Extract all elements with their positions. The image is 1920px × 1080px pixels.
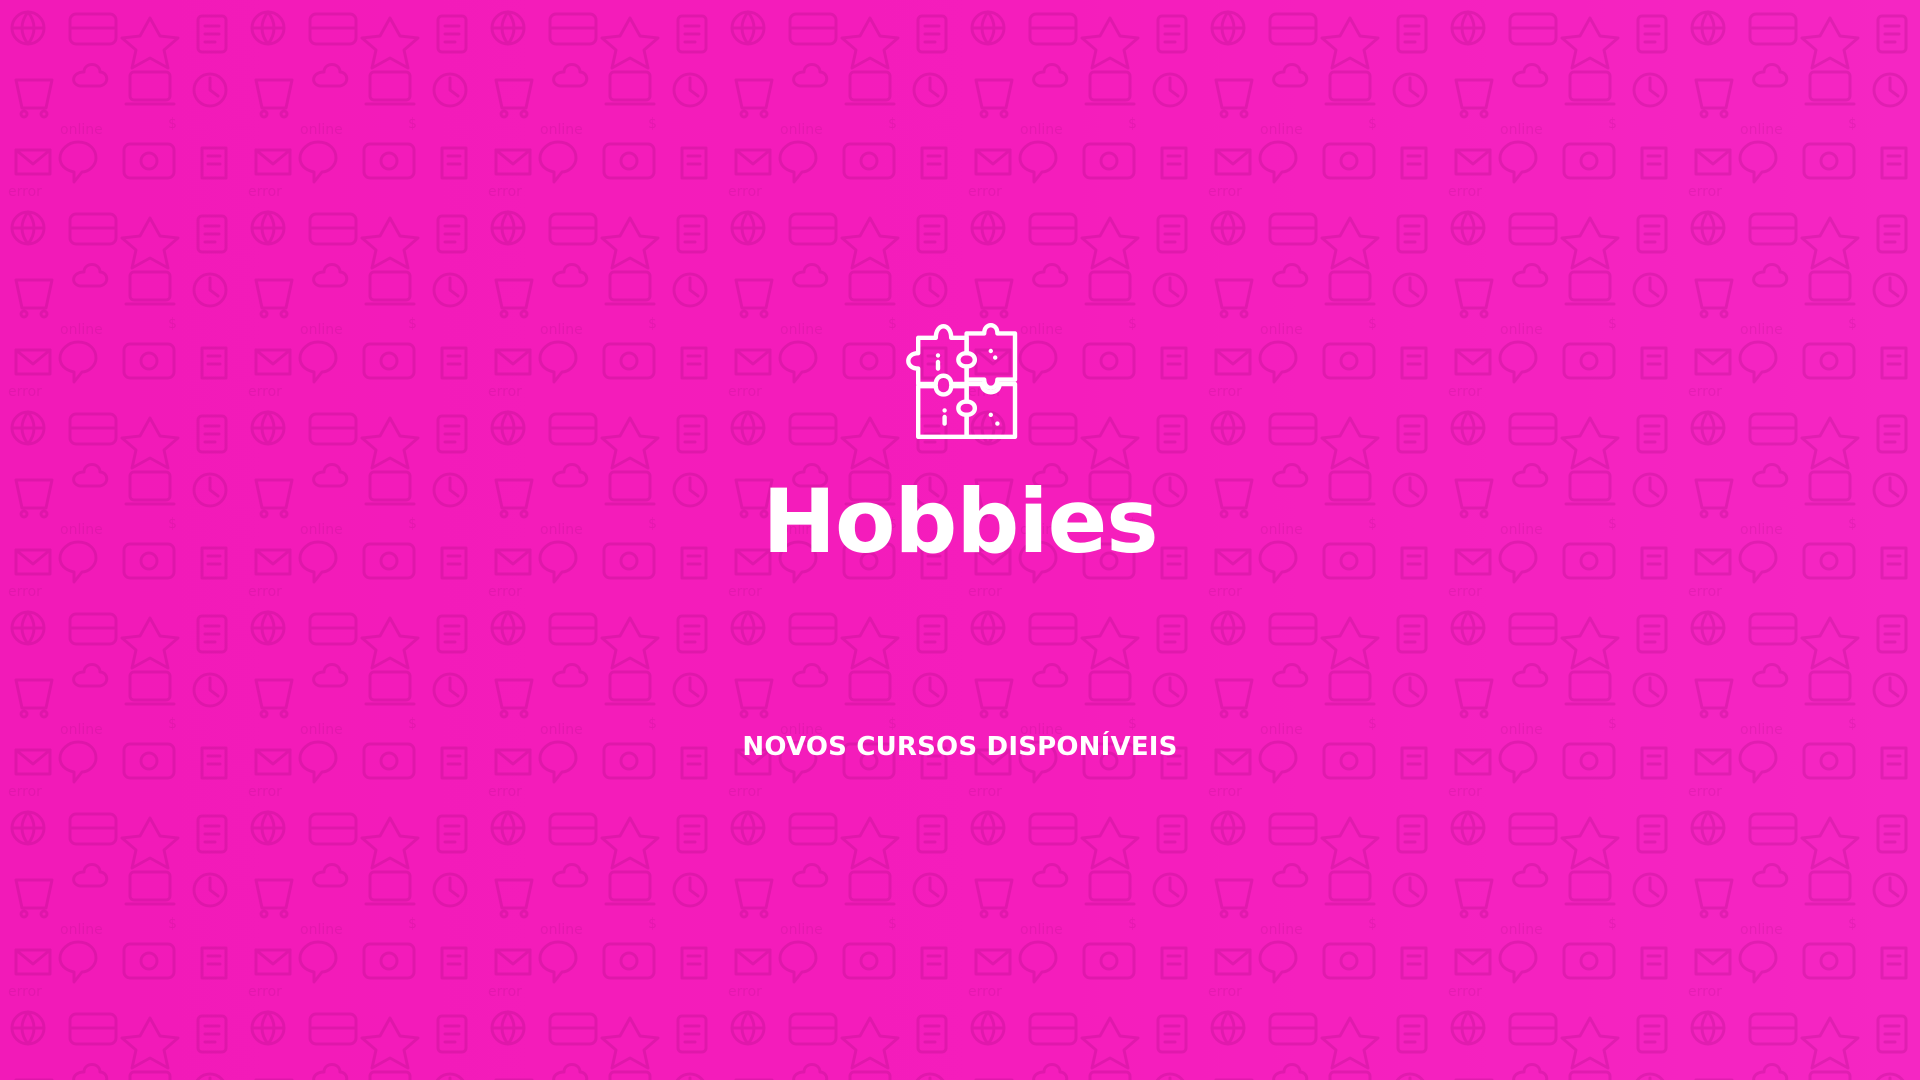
puzzle-icon (906, 322, 1018, 439)
subtitle-text: NOVOS CURSOS DISPONÍVEIS (742, 732, 1178, 762)
slide-content: Hobbies NOVOS CURSOS DISPONÍVEIS (0, 0, 1920, 1080)
page-title: Hobbies (762, 470, 1158, 573)
